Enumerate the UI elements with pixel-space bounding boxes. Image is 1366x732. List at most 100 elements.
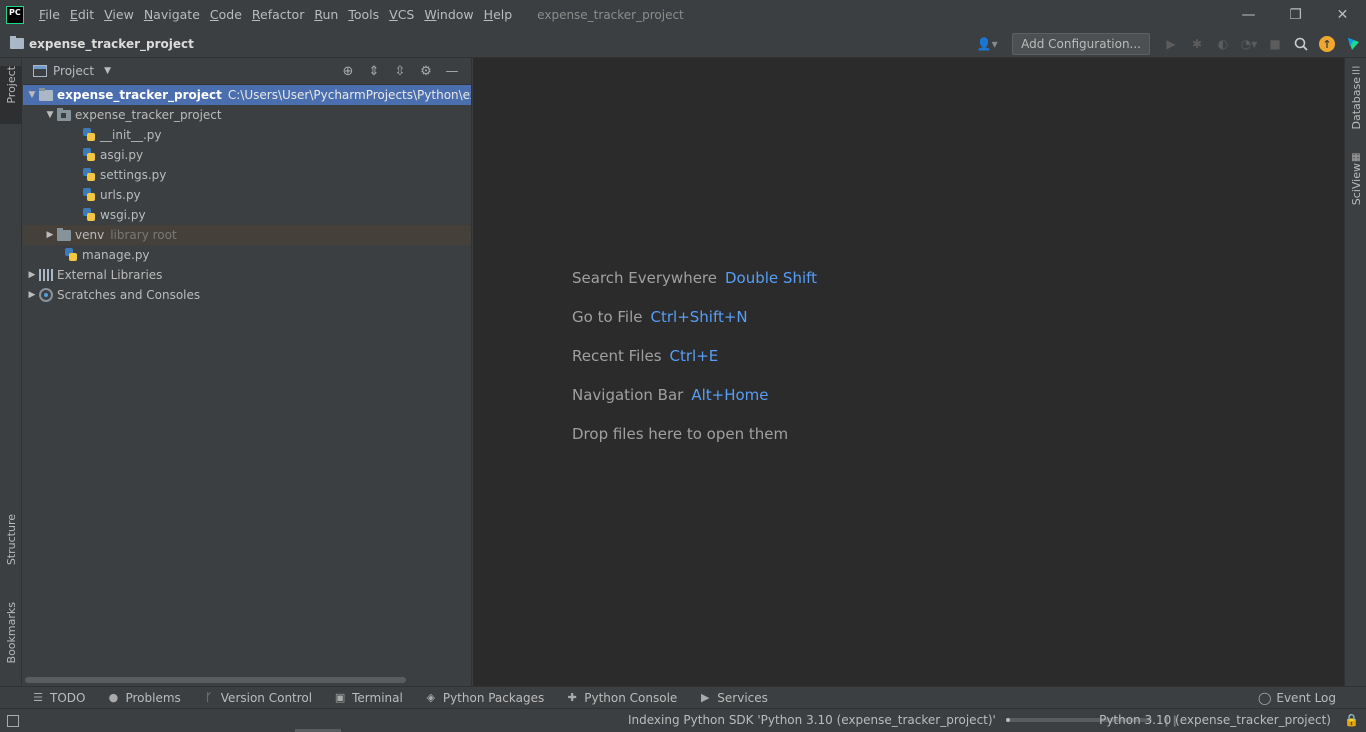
editor-area[interactable]: Search Everywhere Double Shift Go to Fil… — [473, 58, 1344, 686]
sciview-tool-tab-label: SciView — [1349, 163, 1363, 206]
tree-file-name: wsgi.py — [100, 208, 146, 222]
menu-edit[interactable]: Edit — [65, 0, 99, 30]
run-icon[interactable]: ▶ — [1160, 33, 1182, 55]
project-view-selector[interactable]: Project — [53, 64, 94, 78]
python-console-tab[interactable]: ✚ Python Console — [566, 691, 678, 705]
update-icon[interactable]: ↑ — [1316, 33, 1338, 55]
chevron-right-icon[interactable]: ▶ — [25, 290, 39, 300]
services-tab-label: Services — [717, 690, 768, 705]
project-tool-tab[interactable]: Project — [0, 66, 22, 124]
version-control-tab-label: Version Control — [220, 690, 313, 705]
menu-refactor[interactable]: Refactor — [247, 0, 309, 30]
python-packages-tab[interactable]: ◈ Python Packages — [425, 691, 545, 705]
menu-file[interactable]: File — [34, 0, 65, 30]
hint-label: Recent Files — [572, 346, 662, 365]
bottom-tool-bar: ☰ TODO ● Problems ᚴ Version Control ▣ Termin… — [0, 686, 1366, 708]
coverage-icon[interactable]: ◐ — [1212, 33, 1234, 55]
jetbrains-toolbox-icon[interactable] — [1342, 33, 1364, 55]
tree-scratches-label: Scratches and Consoles — [57, 288, 201, 302]
branch-icon: ᚴ — [205, 691, 213, 704]
tree-row-external-libraries[interactable]: ▶ External Libraries — [23, 265, 471, 285]
tree-row-file[interactable]: __init__.py — [23, 125, 471, 145]
menu-tools[interactable]: Tools — [343, 0, 384, 30]
horizontal-scrollbar[interactable] — [25, 677, 406, 683]
tree-file-name: manage.py — [82, 248, 150, 262]
panel-tools: ⊕ ⇕ ⇳ ⚙ — — [335, 58, 465, 85]
menu-vcs[interactable]: VCS — [384, 0, 419, 30]
menu-view[interactable]: View — [99, 0, 139, 30]
hint-label: Navigation Bar — [572, 385, 684, 404]
hint-go-to-file: Go to File Ctrl+Shift+N — [572, 297, 817, 336]
hint-drop-files: Drop files here to open them — [572, 414, 817, 453]
search-icon[interactable] — [1290, 33, 1312, 55]
services-tab[interactable]: ▶ Services — [699, 691, 768, 705]
python-icon: ✚ — [567, 691, 577, 704]
breadcrumb-project[interactable]: expense_tracker_project — [29, 37, 194, 51]
menu-run[interactable]: Run — [309, 0, 343, 30]
close-button[interactable]: ✕ — [1319, 0, 1366, 30]
hint-navigation-bar: Navigation Bar Alt+Home — [572, 375, 817, 414]
status-bar: Indexing Python SDK 'Python 3.10 (expens… — [0, 708, 1366, 732]
hint-label: Drop files here to open them — [572, 424, 789, 443]
list-icon: ☰ — [33, 691, 43, 704]
menu-navigate[interactable]: Navigate — [139, 0, 205, 30]
event-log-tab-label: Event Log — [1276, 691, 1336, 705]
interpreter-selector[interactable]: Python 3.10 (expense_tracker_project) — [1099, 709, 1331, 731]
minimize-button[interactable]: — — [1225, 0, 1272, 30]
terminal-tab[interactable]: ▣ Terminal — [334, 691, 403, 705]
tree-row-file[interactable]: settings.py — [23, 165, 471, 185]
folder-icon — [10, 36, 24, 49]
tree-root-path: C:\Users\User\PycharmProjects\Python\exp… — [227, 88, 471, 102]
version-control-tab[interactable]: ᚴ Version Control — [203, 691, 312, 705]
menu-help[interactable]: Help — [479, 0, 518, 30]
collapse-all-icon[interactable]: ⇳ — [387, 64, 413, 79]
tree-venv-name: venv — [75, 228, 105, 242]
tree-row-file[interactable]: urls.py — [23, 185, 471, 205]
stop-icon[interactable]: ■ — [1264, 33, 1286, 55]
sciview-tool-tab[interactable]: ▦ SciView — [1345, 152, 1366, 216]
debug-icon[interactable]: ✱ — [1186, 33, 1208, 55]
structure-tool-tab[interactable]: Structure — [0, 514, 22, 578]
tree-row-root[interactable]: ▼ expense_tracker_project C:\Users\User\… — [23, 85, 471, 105]
indexing-status[interactable]: Indexing Python SDK 'Python 3.10 (expens… — [628, 709, 1179, 731]
tree-row-scratches[interactable]: ▶ Scratches and Consoles — [23, 285, 471, 305]
chevron-down-icon[interactable]: ▼ — [43, 110, 57, 120]
hint-search-everywhere: Search Everywhere Double Shift — [572, 258, 817, 297]
chevron-down-icon[interactable]: ▼ — [25, 90, 39, 100]
python-file-icon — [83, 128, 96, 142]
event-log-tab[interactable]: ◯ Event Log — [1258, 687, 1336, 709]
toggle-tool-windows-icon[interactable] — [7, 714, 19, 727]
menu-window[interactable]: Window — [419, 0, 478, 30]
menu-code[interactable]: Code — [205, 0, 247, 30]
python-file-icon — [83, 208, 96, 222]
database-tool-tab[interactable]: ☰ Database — [1345, 66, 1366, 146]
gear-icon[interactable]: ⚙ — [413, 64, 439, 79]
todo-tab[interactable]: ☰ TODO — [32, 691, 85, 705]
window-controls: — ❐ ✕ — [1225, 0, 1366, 30]
hide-icon[interactable]: — — [439, 64, 465, 79]
expand-all-icon[interactable]: ⇕ — [361, 64, 387, 79]
tree-row-file[interactable]: wsgi.py — [23, 205, 471, 225]
tree-row-venv[interactable]: ▶ venv library root — [23, 225, 471, 245]
bookmarks-tool-tab[interactable]: Bookmarks — [0, 602, 22, 674]
tree-row-file[interactable]: asgi.py — [23, 145, 471, 165]
locate-icon[interactable]: ⊕ — [335, 64, 361, 79]
python-file-icon — [83, 188, 96, 202]
tree-root-name: expense_tracker_project — [57, 88, 222, 102]
user-icon[interactable]: 👤▾ — [976, 33, 998, 55]
problems-tab[interactable]: ● Problems — [107, 691, 181, 705]
chevron-right-icon[interactable]: ▶ — [43, 230, 57, 240]
chevron-right-icon[interactable]: ▶ — [25, 270, 39, 280]
add-configuration-button[interactable]: Add Configuration... — [1012, 33, 1150, 55]
restore-button[interactable]: ❐ — [1272, 0, 1319, 30]
editor-hints: Search Everywhere Double Shift Go to Fil… — [572, 258, 817, 453]
tree-file-name: __init__.py — [100, 128, 162, 142]
tree-row-manage[interactable]: manage.py — [23, 245, 471, 265]
chevron-down-icon[interactable]: ▼ — [104, 66, 111, 76]
profile-icon[interactable]: ◔▾ — [1238, 33, 1260, 55]
lock-icon[interactable]: 🔒 — [1344, 713, 1359, 727]
folder-icon — [39, 87, 53, 101]
tree-row-package[interactable]: ▼ expense_tracker_project — [23, 105, 471, 125]
services-icon: ▶ — [701, 691, 710, 704]
project-tree: ▼ expense_tracker_project C:\Users\User\… — [23, 85, 471, 305]
